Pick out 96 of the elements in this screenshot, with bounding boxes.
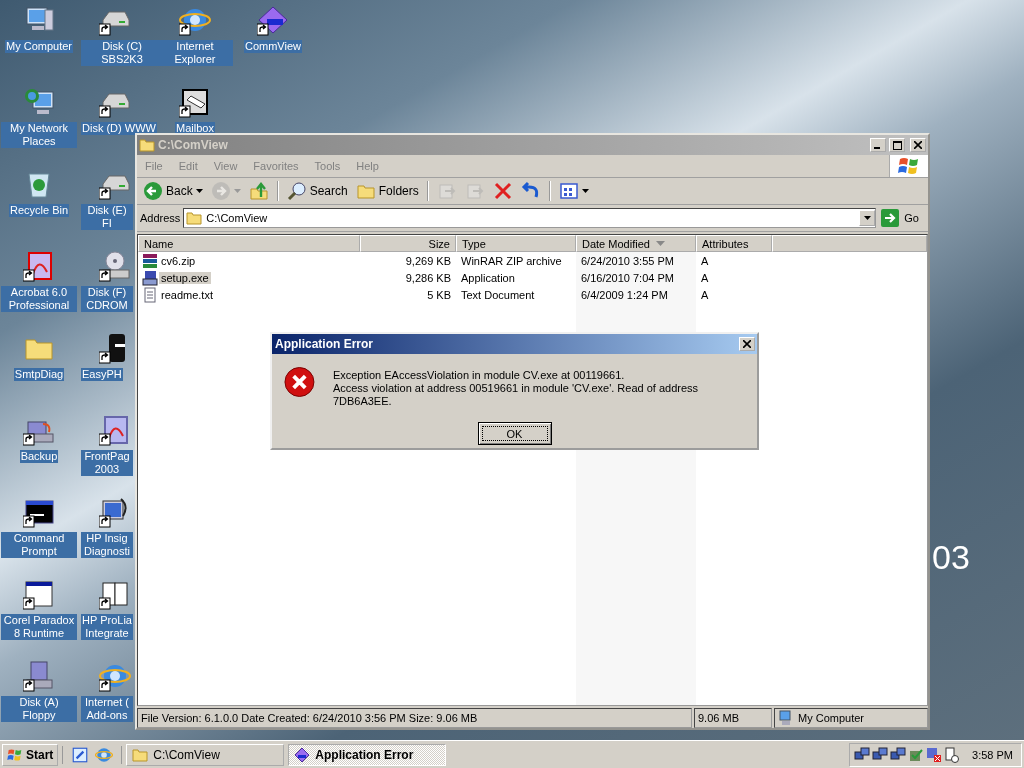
- desktop-icon-label[interactable]: CommView: [244, 40, 302, 53]
- status-text: File Version: 6.1.0.0 Date Created: 6/24/2010 3:56 PM Size: 9.06 MB: [137, 708, 692, 728]
- table-cell-text: 6/16/2010 7:04 PM: [580, 270, 675, 286]
- desktop-icon-label[interactable]: Disk (E) FI: [81, 204, 133, 230]
- desktop-icon-label[interactable]: Disk (D) WWW: [81, 122, 157, 135]
- table-cell-text: 6/4/2009 1:24 PM: [580, 287, 669, 303]
- table-cell-text: A: [700, 253, 710, 269]
- network-error-icon[interactable]: [926, 746, 943, 763]
- text-file-icon: [142, 286, 158, 303]
- desktop-icon-label[interactable]: SmtpDiag: [13, 368, 65, 381]
- file-name[interactable]: readme.txt: [159, 288, 215, 301]
- folder-icon: [132, 746, 149, 763]
- ok-button[interactable]: OK: [477, 422, 552, 445]
- table-cell-text: Application: [460, 270, 516, 286]
- desktop-icon-label[interactable]: Command Prompt: [1, 532, 77, 558]
- copy-to-icon: [464, 181, 485, 201]
- start-button[interactable]: Start: [2, 743, 59, 766]
- search-icon: [286, 181, 307, 201]
- menu-item[interactable]: Tools: [306, 160, 349, 172]
- power-plug-icon[interactable]: [944, 746, 961, 763]
- file-name[interactable]: cv6.zip: [159, 254, 198, 267]
- close-button[interactable]: [910, 138, 926, 152]
- windows-flag-icon: [7, 747, 23, 762]
- table-cell-text: Text Document: [460, 287, 536, 303]
- up-folder-icon: [248, 181, 269, 201]
- error-message: Exception EAccessViolation in module CV.exe at 00119661.: [332, 369, 626, 382]
- desktop-icon-label[interactable]: My Network Places: [1, 122, 77, 148]
- desktop-icon-label[interactable]: Recycle Bin: [8, 204, 70, 217]
- desktop-icon-label[interactable]: Acrobat 6.0 Professional: [1, 286, 77, 312]
- window-title: C:\ComView: [158, 138, 229, 152]
- caret-icon: [581, 189, 589, 193]
- desktop-icon-label[interactable]: EasyPH: [81, 368, 123, 381]
- menu-item[interactable]: View: [205, 160, 246, 172]
- delete-x-icon: [492, 181, 513, 201]
- desktop-icon-label[interactable]: Disk (F) CDROM: [81, 286, 133, 312]
- folder-icon: [186, 210, 203, 226]
- desktop-icon-label[interactable]: Corel Paradox 8 Runtime: [1, 614, 77, 640]
- desktop-icon-label[interactable]: Disk (A) Floppy: [1, 696, 77, 722]
- maximize-icon: [892, 140, 902, 150]
- table-cell-text: 9,286 KB: [404, 270, 452, 286]
- wallpaper-text: 03: [932, 538, 970, 577]
- notepad-pen-icon[interactable]: [71, 745, 90, 764]
- error-message: Access violation at address 00519661 in module 'CV.exe'. Read of address 7DB6A3EE.: [332, 382, 700, 408]
- caret-icon: [233, 189, 241, 193]
- column-header[interactable]: Name: [138, 235, 360, 252]
- caret-icon: [863, 216, 871, 220]
- table-cell-text: 9,269 KB: [404, 253, 452, 269]
- sort-arrow-icon: [655, 241, 665, 246]
- menu-item[interactable]: Favorites: [245, 160, 307, 172]
- network-computers-icon[interactable]: [854, 746, 871, 763]
- desktop-icon-label[interactable]: My Computer: [5, 40, 73, 53]
- file-name[interactable]: setup.exe: [159, 271, 211, 284]
- close-button[interactable]: [739, 337, 755, 351]
- go-button[interactable]: Go: [879, 209, 925, 227]
- close-icon: [743, 340, 751, 348]
- folders-button[interactable]: Folders: [352, 180, 422, 202]
- column-header[interactable]: Size: [360, 235, 456, 252]
- views-icon: [558, 181, 579, 201]
- table-cell-text: 5 KB: [426, 287, 452, 303]
- desktop-icon-label[interactable]: Backup: [19, 450, 59, 463]
- archive-books-icon: [142, 252, 158, 269]
- minimize-button[interactable]: [870, 138, 886, 152]
- search-button[interactable]: Search: [283, 180, 351, 202]
- status-zone: My Computer: [774, 708, 928, 728]
- desktop-icon-label[interactable]: HP ProLia Integrate: [81, 614, 133, 640]
- table-cell-text: A: [700, 270, 710, 286]
- dialog-title: Application Error: [275, 337, 374, 351]
- taskbar-button[interactable]: C:\ComView: [126, 743, 285, 766]
- network-computers-icon[interactable]: [872, 746, 889, 763]
- error-icon: [284, 366, 315, 398]
- table-cell-text: 6/24/2010 3:55 PM: [580, 253, 675, 269]
- back-button[interactable]: Back: [140, 180, 206, 202]
- network-computers-icon[interactable]: [890, 746, 907, 763]
- desktop-icon-label[interactable]: Internet ( Add-ons: [81, 696, 133, 722]
- network-diamond-icon: [294, 746, 311, 763]
- column-header[interactable]: Attributes: [696, 235, 772, 252]
- desktop-icon-label[interactable]: FrontPag 2003: [81, 450, 133, 476]
- computer-icon: [778, 710, 794, 726]
- caret-icon: [195, 189, 203, 193]
- address-label: Address: [140, 212, 181, 224]
- folder-icon: [139, 137, 155, 153]
- table-cell-text: A: [700, 287, 710, 303]
- dropdown-button[interactable]: [859, 210, 876, 226]
- close-icon: [914, 141, 922, 149]
- column-header[interactable]: Date Modified: [576, 235, 696, 252]
- move-to-icon: [436, 181, 457, 201]
- status-size: 9.06 MB: [694, 708, 772, 728]
- taskbar-button[interactable]: Application Error: [288, 743, 447, 766]
- globe-e-icon[interactable]: [95, 745, 114, 764]
- program-icon: [142, 269, 158, 286]
- maximize-button[interactable]: [889, 138, 905, 152]
- address-field[interactable]: C:\ComView: [183, 208, 877, 228]
- desktop-icon-label[interactable]: HP Insig Diagnosti: [81, 532, 133, 558]
- clock: 3:58 PM: [972, 748, 1013, 761]
- column-header[interactable]: Type: [456, 235, 576, 252]
- table-cell-text: WinRAR ZIP archive: [460, 253, 563, 269]
